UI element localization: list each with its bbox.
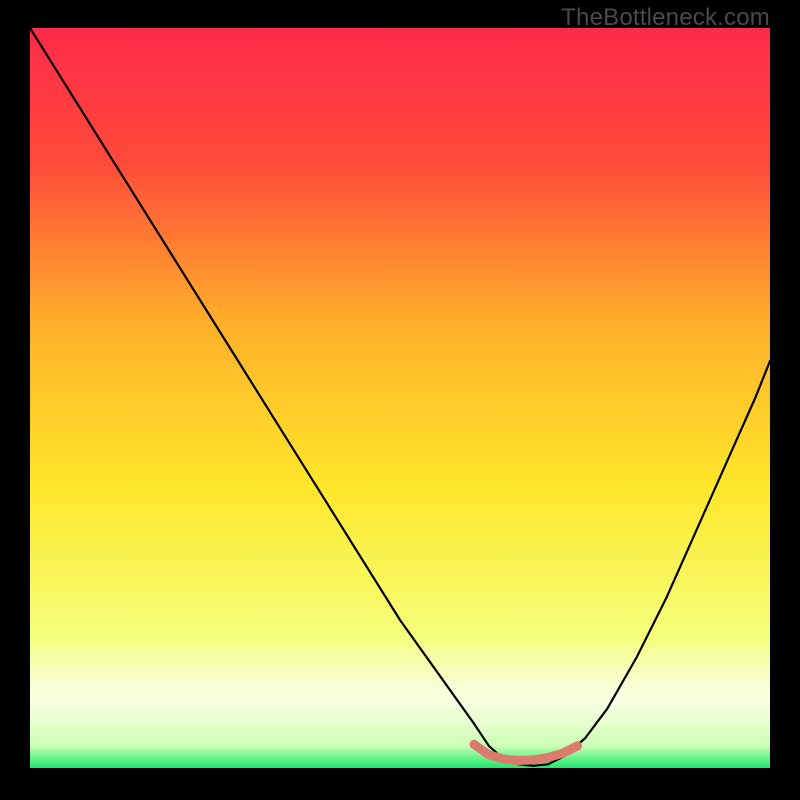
chart-svg [30, 28, 770, 768]
plot-area [30, 28, 770, 768]
chart-frame: TheBottleneck.com [0, 0, 800, 800]
bottom-bands [30, 648, 770, 748]
